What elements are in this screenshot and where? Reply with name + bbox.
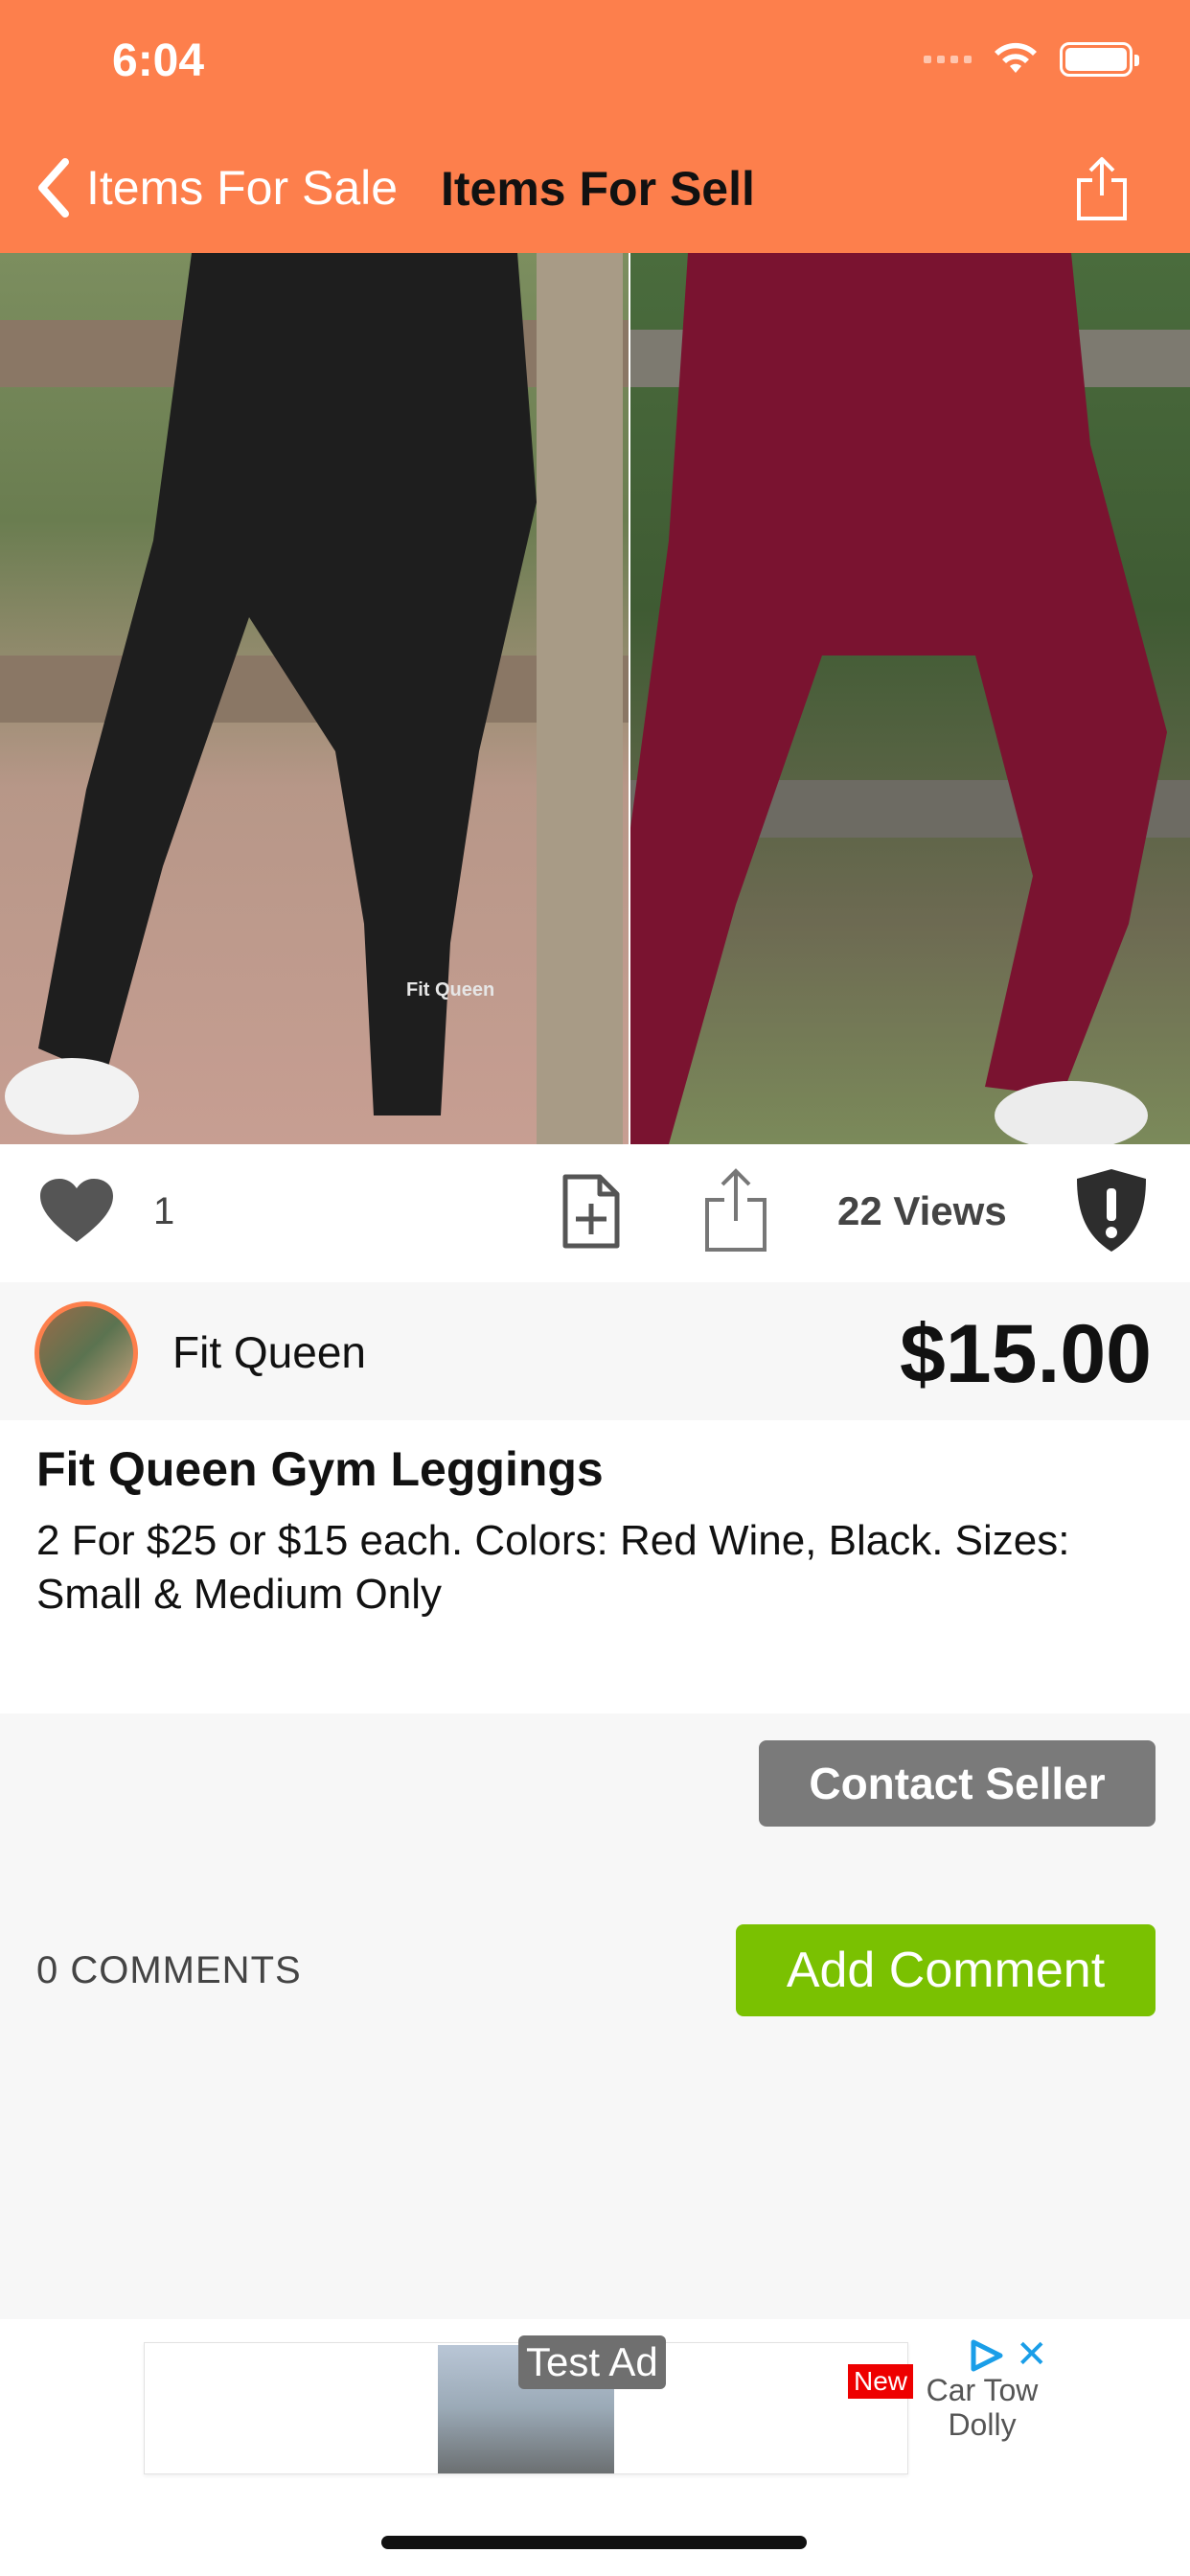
back-label: Items For Sale — [86, 161, 399, 215]
item-title: Fit Queen Gym Leggings — [36, 1442, 604, 1496]
share-icon[interactable] — [701, 1165, 770, 1254]
battery-icon — [1060, 42, 1139, 77]
home-indicator[interactable] — [381, 2536, 807, 2549]
share-icon[interactable] — [1073, 153, 1131, 222]
page-title: Items For Sell — [441, 162, 755, 216]
item-description-section: Fit Queen Gym Leggings 2 For $25 or $15 … — [0, 1420, 1190, 1714]
seller-avatar[interactable] — [34, 1301, 138, 1405]
seller-name[interactable]: Fit Queen — [172, 1326, 366, 1378]
signal-icon — [924, 56, 972, 63]
status-icons — [924, 42, 1139, 77]
action-bar: 1 22 Views — [0, 1144, 1190, 1282]
seller-row[interactable]: Fit Queen $15.00 — [0, 1282, 1190, 1420]
like-button[interactable]: 1 — [38, 1177, 174, 1246]
heart-icon — [40, 1179, 113, 1242]
ad-new-badge: New — [848, 2364, 914, 2399]
add-document-icon[interactable] — [560, 1173, 623, 1250]
wifi-icon — [995, 42, 1037, 73]
back-button[interactable]: Items For Sale — [34, 153, 398, 222]
ad-close-icon[interactable]: ✕ — [1016, 2333, 1048, 2377]
views-count: 22 Views — [837, 1188, 1007, 1233]
chevron-left-icon — [38, 158, 69, 218]
item-description: 2 For $25 or $15 each. Colors: Red Wine,… — [36, 1517, 1070, 1618]
ad-title[interactable]: Car Tow Dolly — [920, 2373, 1044, 2442]
photo-black-leggings: Fit Queen — [0, 253, 629, 1144]
photo-red-leggings — [630, 253, 1190, 1144]
comments-count: 0 COMMENTS — [36, 1949, 302, 1991]
likes-count: 1 — [153, 1189, 175, 1232]
status-time: 6:04 — [112, 35, 205, 86]
ad-banner[interactable]: Test Ad New — [144, 2335, 914, 2474]
photo-brand-logo: Fit Queen — [406, 979, 495, 1000]
add-comment-button[interactable]: Add Comment — [736, 1924, 1156, 2016]
product-photo[interactable]: Fit Queen — [0, 253, 1190, 1144]
header-bar: 6:04 Items For Sale Items For Sell — [0, 0, 1190, 253]
ad-choices-icon[interactable] — [968, 2338, 1006, 2373]
item-price: $15.00 — [899, 1308, 1152, 1400]
report-shield-icon[interactable] — [1073, 1165, 1150, 1255]
contact-seller-button[interactable]: Contact Seller — [759, 1740, 1156, 1827]
ad-label: Test Ad — [518, 2335, 666, 2389]
